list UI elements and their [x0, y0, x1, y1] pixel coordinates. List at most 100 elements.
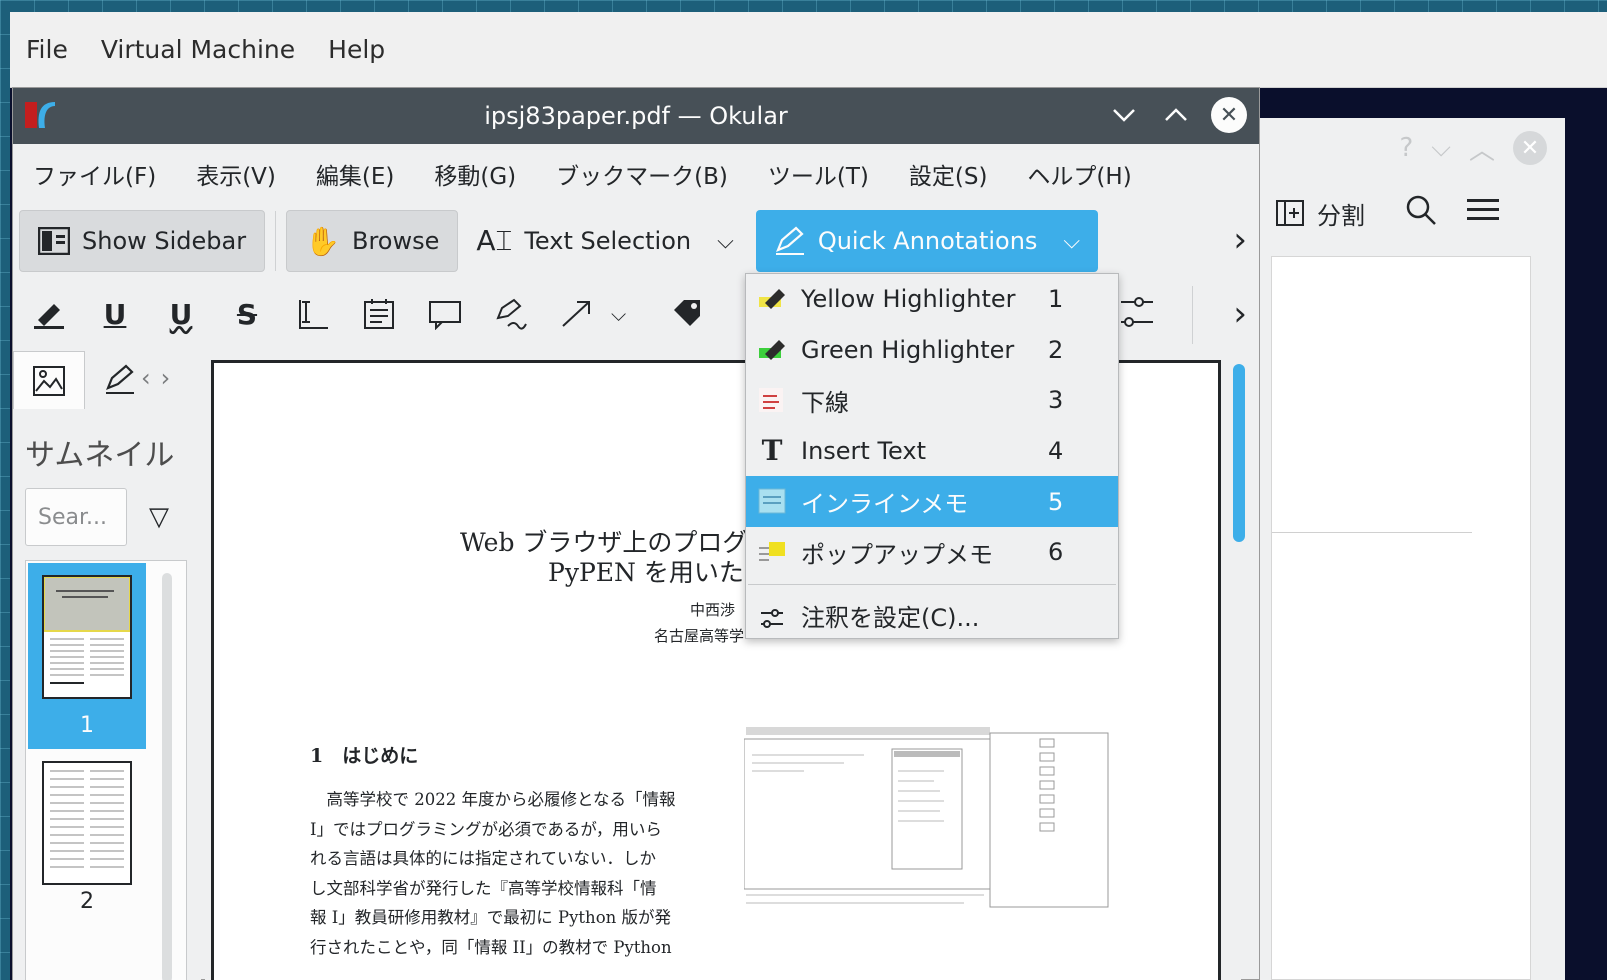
- sidebar-tabs: ‹›: [13, 350, 201, 410]
- browse-button[interactable]: ✋ Browse: [286, 210, 459, 272]
- main-toolbar: Show Sidebar ✋ Browse A⌶ Text Selection …: [13, 204, 1259, 278]
- menu-item-label: Insert Text: [801, 437, 927, 466]
- menubar: ファイル(F) 表示(V) 編集(E) 移動(G) ブックマーク(B) ツール(…: [13, 144, 1259, 204]
- body-line: 高等学校で 2022 年度から必履修となる「情報: [310, 790, 676, 809]
- toolbar-separator: [1192, 286, 1193, 344]
- quick-annotations-label: Quick Annotations: [817, 227, 1038, 255]
- thumbnail-page-1[interactable]: 1: [28, 563, 146, 749]
- split-label: 分割: [1317, 201, 1365, 230]
- paper-author: 中西渉: [690, 601, 736, 619]
- popup-note-icon[interactable]: [427, 294, 463, 334]
- stamp-icon[interactable]: [669, 294, 705, 334]
- show-sidebar-button[interactable]: Show Sidebar: [19, 210, 266, 272]
- paper-affiliation: 名古屋高等学: [654, 627, 745, 645]
- thumbnail-page-number: 2: [80, 889, 94, 914]
- text-select-icon: A⌶: [476, 224, 513, 257]
- squiggly-underline-icon[interactable]: U: [163, 294, 199, 334]
- filter-icon[interactable]: ▽: [149, 502, 169, 532]
- document-scrollbar[interactable]: [1233, 364, 1245, 542]
- background-window-content: [1271, 256, 1531, 980]
- pen-icon: [106, 364, 134, 394]
- menu-item-shortcut: 4: [1048, 437, 1064, 466]
- highlighter-icon[interactable]: [31, 294, 67, 334]
- search-icon[interactable]: [1405, 194, 1437, 232]
- inline-note-icon[interactable]: [361, 294, 397, 334]
- paper-title-line2: PyPEN を用いた: [548, 558, 744, 587]
- close-icon[interactable]: ✕: [1211, 97, 1247, 133]
- menu-item-inline-note[interactable]: インラインメモ 5: [746, 476, 1118, 527]
- maximize-icon[interactable]: [1159, 96, 1193, 134]
- underline-annot-icon: [756, 385, 788, 415]
- text-selection-label: Text Selection: [524, 227, 692, 255]
- menu-item-shortcut: 2: [1048, 335, 1064, 364]
- body-line: れる言語は具体的には指定されていない．しか: [310, 849, 657, 868]
- sidebar-icon: [38, 227, 70, 255]
- menu-item-label: ポップアップメモ: [801, 540, 993, 569]
- menu-item-green-highlighter[interactable]: Green Highlighter 2: [746, 325, 1118, 376]
- toolbar-separator: [275, 211, 277, 271]
- menu-go[interactable]: 移動(G): [414, 157, 536, 191]
- hand-icon: ✋: [305, 224, 340, 258]
- menu-edit[interactable]: 編集(E): [296, 157, 414, 191]
- insert-text-icon: T: [761, 434, 783, 468]
- chevron-down-icon[interactable]: ⌵: [717, 229, 734, 254]
- strikethrough-icon[interactable]: S: [229, 294, 265, 334]
- thumbnail-page-2[interactable]: 2: [28, 749, 146, 939]
- titlebar[interactable]: ipsj83paper.pdf — Okular ✕: [13, 88, 1259, 144]
- minimize-icon[interactable]: ⌵: [1431, 133, 1451, 164]
- menu-item-yellow-highlighter[interactable]: Yellow Highlighter 1: [746, 274, 1118, 325]
- chevron-down-icon[interactable]: ⌵: [1063, 229, 1080, 254]
- vm-menu-help[interactable]: Help: [328, 35, 385, 64]
- maximize-icon[interactable]: ︿: [1469, 130, 1495, 167]
- section-heading: 1 はじめに: [310, 745, 419, 767]
- hamburger-menu-icon[interactable]: [1467, 196, 1499, 230]
- menu-view[interactable]: 表示(V): [176, 157, 296, 191]
- menu-help[interactable]: ヘルプ(H): [1007, 157, 1151, 191]
- tab-scroll-arrows[interactable]: ‹›: [141, 364, 180, 392]
- underline-icon[interactable]: U: [97, 294, 133, 334]
- background-window-toolbar: 分割: [1241, 178, 1565, 248]
- help-icon[interactable]: ?: [1399, 133, 1413, 163]
- minimize-icon[interactable]: [1107, 96, 1141, 134]
- thumbnail-search-input[interactable]: Sear...: [25, 488, 127, 546]
- browse-label: Browse: [351, 227, 440, 255]
- thumbnail-image: [42, 575, 132, 699]
- menu-file[interactable]: ファイル(F): [33, 157, 176, 191]
- close-icon[interactable]: ✕: [1513, 131, 1547, 165]
- menu-item-shortcut: 5: [1048, 487, 1064, 516]
- sidebar-title: サムネイル: [25, 438, 175, 473]
- chevron-right-icon[interactable]: ›: [1233, 220, 1247, 260]
- menu-bookmarks[interactable]: ブックマーク(B): [536, 157, 748, 191]
- yellow-highlighter-icon: [756, 284, 788, 314]
- vm-menu-virtual-machine[interactable]: Virtual Machine: [101, 35, 295, 64]
- annotation-settings-icon[interactable]: [1119, 290, 1159, 336]
- sidebar: ‹› サムネイル Sear... ▽ 1 2: [13, 350, 201, 980]
- menu-item-underline[interactable]: 下線 3: [746, 375, 1118, 426]
- arrow-line-icon[interactable]: ⌵: [559, 294, 639, 334]
- tab-thumbnails[interactable]: [13, 351, 85, 409]
- menu-item-label: インラインメモ: [801, 490, 969, 519]
- body-line: し文部科学省が発行した『高等学校情報科「情: [310, 878, 657, 898]
- green-highlighter-icon: [756, 335, 788, 365]
- chevron-down-icon[interactable]: ⌵: [611, 302, 626, 326]
- vm-menu-file[interactable]: File: [26, 35, 68, 64]
- menu-tools[interactable]: ツール(T): [748, 157, 889, 191]
- paper-figure: [744, 725, 1110, 919]
- split-button[interactable]: 分割: [1275, 196, 1365, 231]
- window-title: ipsj83paper.pdf — Okular: [484, 102, 788, 130]
- typewriter-icon[interactable]: [295, 294, 331, 334]
- menu-item-popup-note[interactable]: ポップアップメモ 6: [746, 527, 1118, 578]
- image-icon: [33, 365, 65, 396]
- chevron-right-icon[interactable]: ›: [1233, 294, 1247, 334]
- quick-annotations-menu: Yellow Highlighter 1 Green Highlighter 2…: [745, 273, 1119, 639]
- quick-annotations-button[interactable]: Quick Annotations ⌵: [755, 210, 1099, 272]
- menu-settings[interactable]: 設定(S): [889, 157, 1008, 191]
- freehand-line-icon[interactable]: [493, 294, 529, 334]
- menu-item-insert-text[interactable]: T Insert Text 4: [746, 426, 1118, 477]
- background-window-titlebar: ? ⌵ ︿ ✕: [1241, 118, 1565, 178]
- thumbnail-scrollbar[interactable]: [162, 573, 172, 980]
- text-selection-button[interactable]: A⌶ Text Selection ⌵: [458, 210, 751, 272]
- menu-item-shortcut: 3: [1048, 386, 1064, 415]
- body-line: I」ではプログラミングが必須であるが，用いら: [310, 819, 662, 839]
- menu-item-configure-annotations[interactable]: 注釈を設定(C)...: [746, 593, 1118, 639]
